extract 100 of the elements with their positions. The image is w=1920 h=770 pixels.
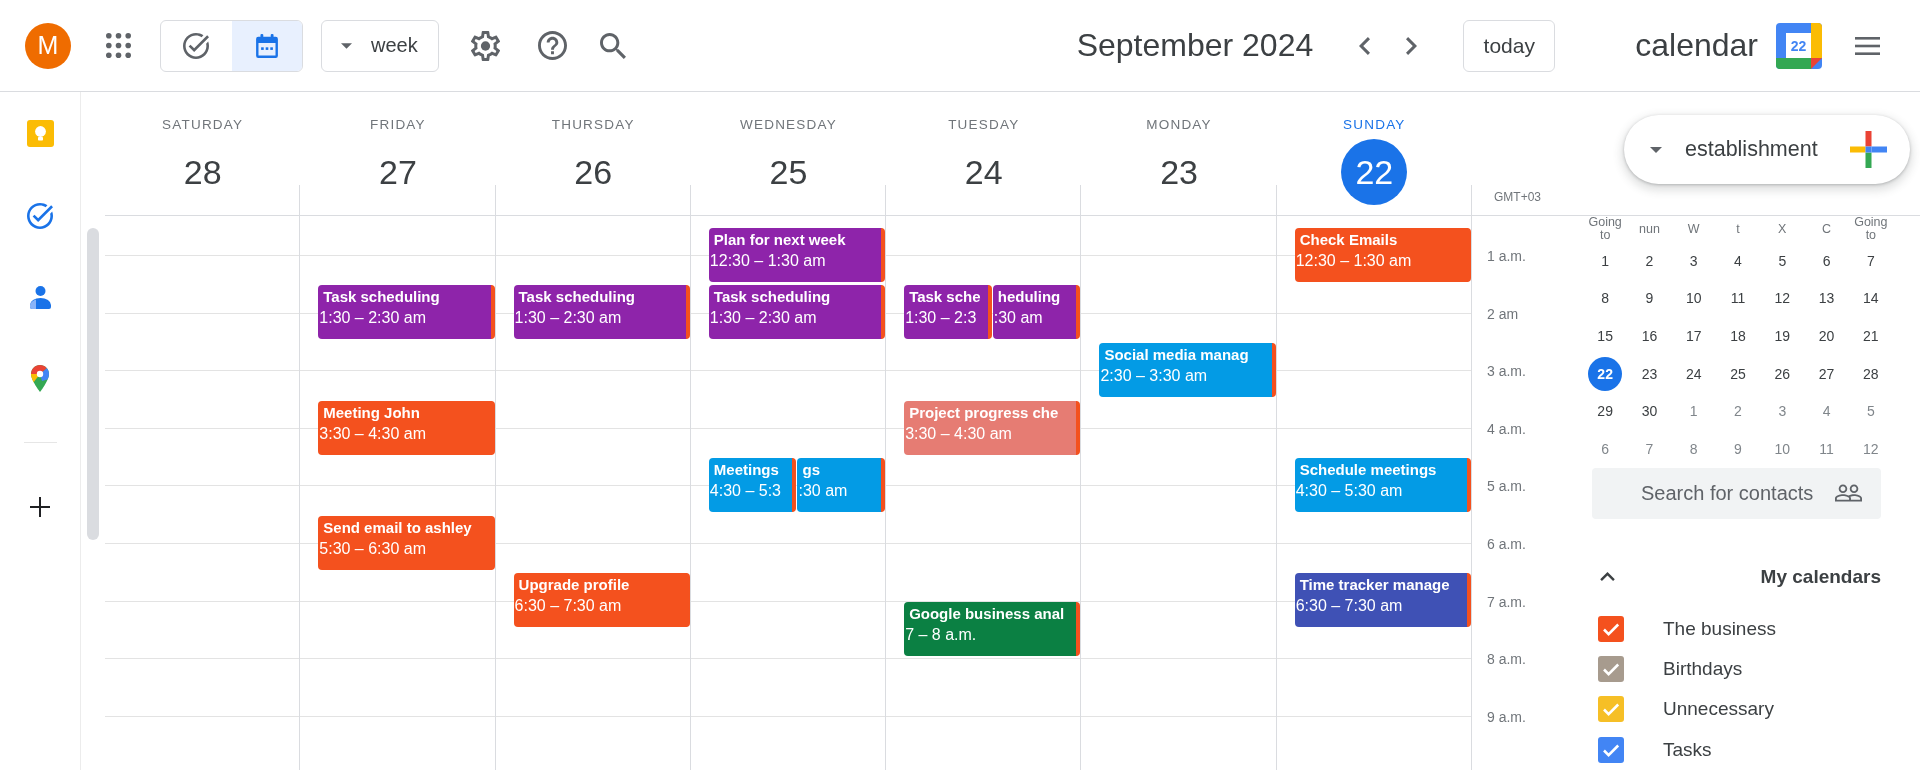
weekday-label: nun [1639,222,1660,236]
event-title: Task sche [908,287,981,308]
mini-calendar-day[interactable]: 15 [1588,319,1623,353]
date-number[interactable]: 26 [571,139,616,205]
mini-calendar-day[interactable]: 30 [1632,394,1667,429]
mini-calendar-day[interactable]: 10 [1676,281,1711,316]
view-dropdown[interactable]: week [321,19,439,72]
date-number[interactable]: 23 [1157,139,1201,205]
mini-calendar-day[interactable]: 14 [1853,281,1888,316]
chevron-up-icon[interactable] [1600,572,1615,582]
section-heading: My calendars [1760,565,1881,588]
date-number[interactable]: 25 [766,139,811,205]
mini-calendar-day[interactable]: 26 [1765,356,1800,391]
event-title: Task scheduling [712,287,831,308]
date-number[interactable]: 28 [180,139,225,205]
calendar-checkbox[interactable] [1598,736,1624,763]
mini-calendar-day[interactable]: 1 [1676,394,1711,429]
mini-calendar-day[interactable]: 6 [1588,431,1623,466]
chevron-right-icon[interactable] [1406,36,1418,55]
weekday-label: t [1736,222,1740,236]
mini-calendar-day[interactable]: 22 [1588,356,1623,391]
mini-calendar-day[interactable]: 11 [1809,431,1844,466]
chevron-left-icon[interactable] [1359,36,1371,55]
event-card[interactable]: Task scheduling 1:30 – 2:30 am [318,285,495,340]
mini-calendar-day[interactable]: 12 [1853,431,1888,466]
search-icon[interactable] [600,32,626,59]
mini-calendar-day[interactable]: 6 [1809,243,1844,278]
event-card[interactable]: Plan for next week 12:30 – 1:30 am [708,227,886,282]
mini-calendar-day[interactable]: 25 [1721,356,1755,391]
event-title: Social media manag [1103,344,1249,365]
caret-down-icon [341,42,352,49]
mini-calendar-day[interactable]: 18 [1721,319,1755,353]
mini-calendar-day[interactable]: 5 [1765,243,1800,278]
mini-calendar-day[interactable]: 16 [1632,319,1667,353]
day-name: SATURDAY [162,117,244,133]
mini-calendar-day[interactable]: 4 [1809,394,1844,429]
calendar-checkbox[interactable] [1598,656,1624,682]
event-time: 1:30 – 2:30 am [708,308,817,329]
day-name: FRIDAY [370,117,426,133]
mini-calendar-day[interactable]: 5 [1853,394,1888,429]
menu-icon[interactable] [1855,36,1880,55]
mini-calendar-day[interactable]: 7 [1853,243,1888,278]
event-card[interactable]: Time tracker manage 6:30 – 7:30 am [1294,573,1471,628]
mini-calendar-day[interactable]: 9 [1632,281,1667,316]
calendar-name: Unnecessary [1663,698,1774,721]
date-number[interactable]: 22 [1341,139,1408,205]
event-card[interactable]: heduling :30 am [992,285,1081,340]
weekday-label: Going to [1587,216,1623,242]
plus-icon [1850,131,1887,168]
event-card[interactable]: Google business anal 7 – 8 a.m. [904,602,1081,657]
mini-calendar-day[interactable]: 28 [1853,356,1888,391]
date-number[interactable]: 24 [961,139,1006,205]
month-title: September 2024 [1076,27,1314,64]
event-title: Task scheduling [322,287,440,308]
mini-calendar-day[interactable]: 19 [1765,319,1800,353]
event-card[interactable]: Task scheduling 1:30 – 2:30 am [513,285,690,340]
calendar-view-button[interactable] [231,20,302,71]
map-pin-icon[interactable] [31,365,49,392]
help-icon[interactable] [538,31,567,60]
settings-icon[interactable] [471,30,500,61]
mini-calendar-day[interactable]: 29 [1588,394,1623,429]
event-time: 12:30 – 1:30 am [708,250,826,271]
mini-calendar-day[interactable]: 10 [1765,431,1800,466]
event-title: Meetings [712,460,779,481]
date-number[interactable]: 27 [376,139,420,205]
mini-calendar-day[interactable]: 11 [1721,281,1755,316]
create-button[interactable]: establishment [1624,115,1910,184]
event-card[interactable]: Task sche 1:30 – 2:3 [904,285,992,340]
event-card[interactable]: Task scheduling 1:30 – 2:30 am [708,285,886,340]
mini-calendar-day[interactable]: 8 [1588,281,1623,316]
mini-calendar-day[interactable]: 7 [1632,431,1667,466]
hour-label: 4 a.m. [1487,420,1526,437]
mini-calendar-day[interactable]: 27 [1809,356,1844,391]
mini-calendar-day[interactable]: 13 [1809,281,1844,316]
today-button[interactable]: today [1463,19,1556,72]
calendar-checkbox[interactable] [1598,615,1624,642]
mini-calendar-day[interactable]: 9 [1721,431,1755,466]
mini-calendar-day[interactable]: 2 [1721,394,1755,429]
plus-icon[interactable] [30,497,50,517]
contact-search-field[interactable]: Search for contacts [1592,467,1881,519]
mini-calendar-day[interactable]: 3 [1765,394,1800,429]
weekday-label: C [1822,222,1832,236]
mini-calendar-day[interactable]: 24 [1676,356,1711,391]
mini-calendar-day[interactable]: 12 [1765,281,1800,316]
mini-calendar-day[interactable]: 17 [1676,319,1711,353]
day-name: MONDAY [1146,117,1212,133]
mini-calendar-day[interactable]: 2 [1632,243,1667,278]
person-icon[interactable] [29,286,51,309]
mini-calendar-day[interactable]: 20 [1809,319,1844,353]
mini-calendar-day[interactable]: 21 [1853,319,1888,353]
timezone-label: GMT+03 [1494,190,1541,204]
mini-calendar-day[interactable]: 1 [1588,243,1623,278]
scrollbar-thumb[interactable] [87,228,99,540]
mini-calendar-day[interactable]: 8 [1676,431,1711,466]
apps-grid-icon[interactable] [106,33,131,58]
weekday-label: W [1687,222,1700,236]
mini-calendar-day[interactable]: 3 [1676,243,1711,278]
mini-calendar-day[interactable]: 4 [1721,243,1755,278]
calendar-checkbox[interactable] [1598,696,1624,723]
mini-calendar-day[interactable]: 23 [1632,356,1667,391]
